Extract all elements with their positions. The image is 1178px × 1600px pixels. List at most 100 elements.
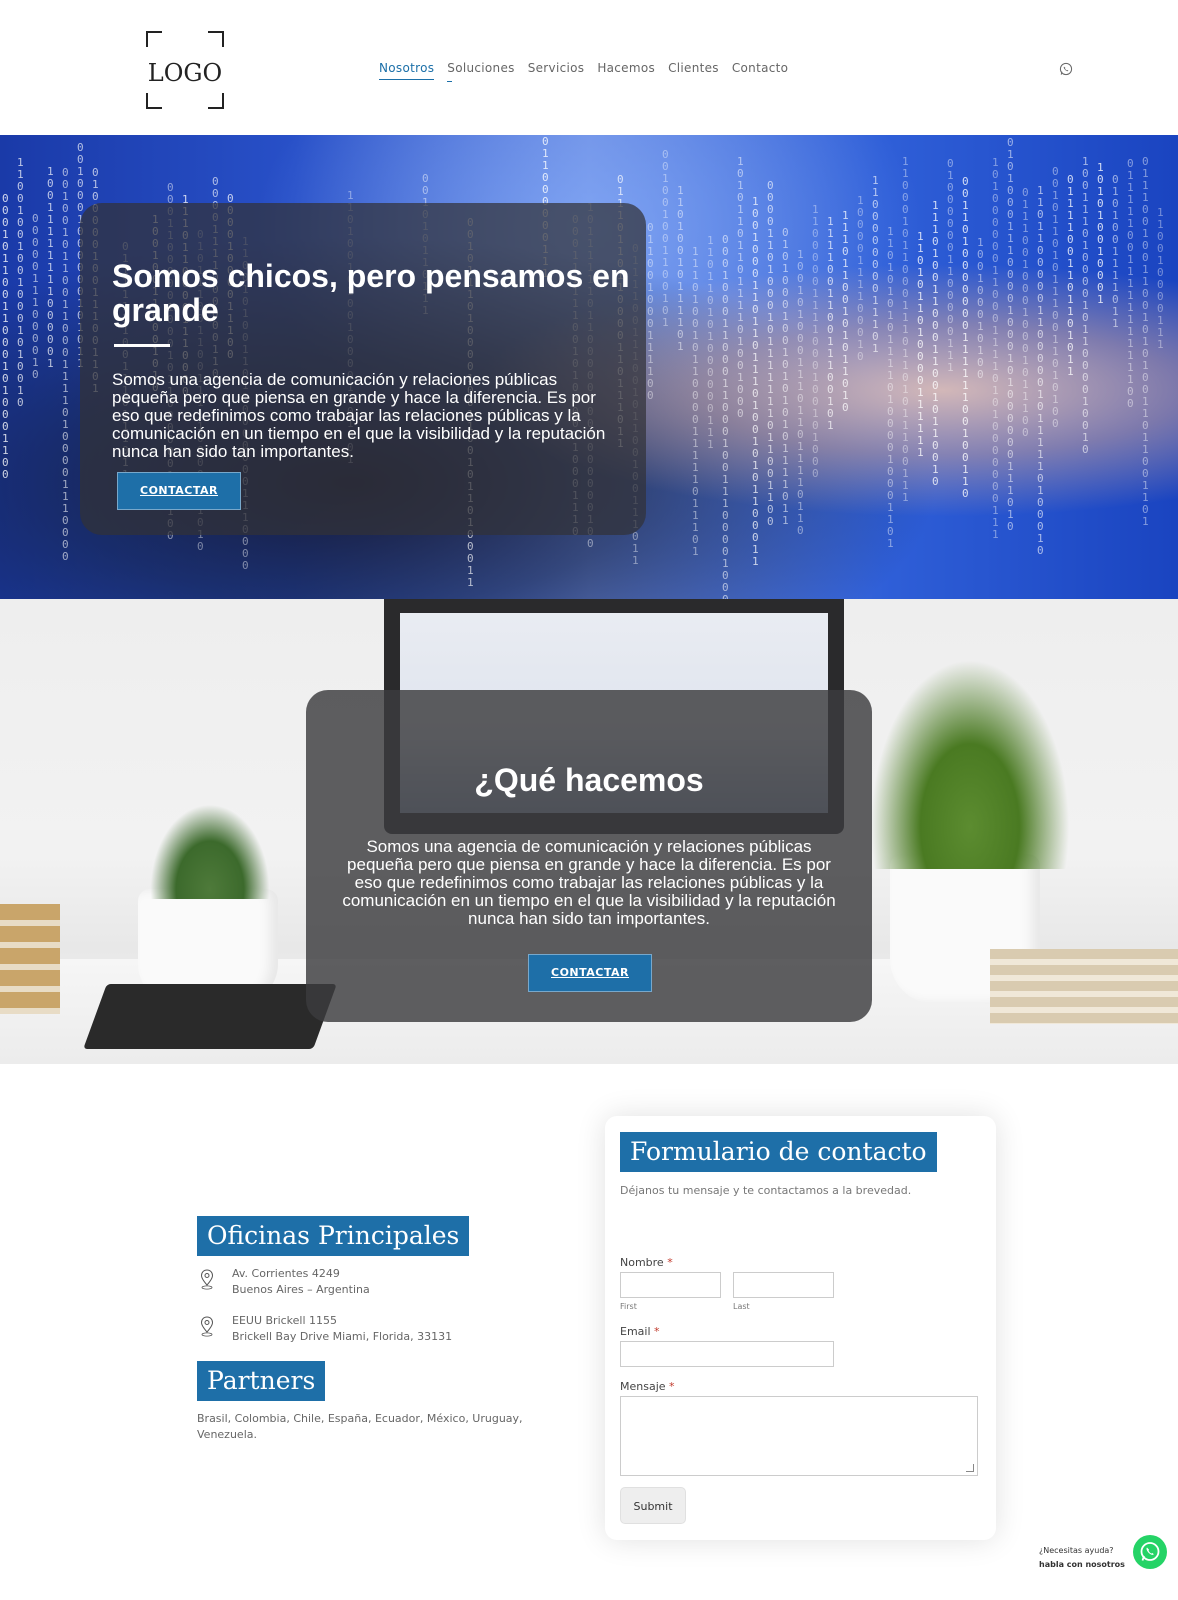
contact-button[interactable]: CONTACTAR [528, 954, 652, 992]
binary-column: 0 1 0 1 0 0 1 1 1 1 0 1 1 [1112, 173, 1119, 330]
plant-leaves-left [150, 804, 270, 899]
logo-corner [146, 31, 162, 47]
logo-corner [146, 93, 162, 109]
binary-column: 1 0 1 0 1 0 0 1 0 0 0 1 [1097, 161, 1104, 306]
binary-column: 1 1 0 1 0 1 0 1 0 1 1 1 1 0 1 0 0 0 0 1 … [887, 225, 894, 550]
what-we-do-panel: ¿Qué hacemos Somos una agencia de comuni… [306, 690, 872, 1022]
binary-column: 1 1 1 0 1 0 0 1 1 0 0 0 1 1 0 0 1 0 1 1 … [932, 199, 939, 488]
binary-column: 1 1 0 1 1 0 1 0 1 0 0 0 0 0 0 1 1 1 [707, 234, 714, 451]
binary-column: 0 0 1 0 0 1 0 0 1 1 0 0 1 0 1 [662, 148, 669, 329]
binary-column: 1 1 0 0 1 0 0 1 0 0 1 0 0 0 1 0 1 0 0 1 … [17, 156, 24, 409]
submit-button[interactable]: Submit [620, 1487, 686, 1524]
nav-item-soluciones[interactable]: Soluciones [447, 61, 514, 82]
binary-column: 1 1 1 1 0 0 1 1 0 0 1 1 1 0 0 1 0 1 [827, 215, 834, 432]
binary-column: 0 0 1 0 0 1 0 1 1 0 0 1 1 0 0 0 1 1 1 1 … [62, 166, 69, 563]
whatsapp-chat-button[interactable] [1133, 1535, 1167, 1569]
hero-text: Somos una agencia de comunicación y rela… [112, 370, 606, 461]
partners-title: Partners [197, 1361, 326, 1401]
binary-column: 0 0 1 1 0 1 0 0 0 0 0 0 0 1 1 1 1 1 1 0 … [962, 175, 969, 500]
nav-item-contacto[interactable]: Contacto [732, 61, 788, 80]
contact-form: Formulario de contacto Déjanos tu mensaj… [605, 1116, 996, 1540]
offices-title: Oficinas Principales [197, 1216, 470, 1256]
binary-column: 0 1 1 1 1 1 0 0 1 1 1 1 1 1 1 1 1 1 1 0 … [1127, 157, 1134, 410]
email-label: Email * [620, 1325, 660, 1338]
contact-section: Oficinas Principales Av. Corrientes 4249… [0, 1064, 1178, 1600]
binary-column: 0 0 0 1 0 1 1 0 0 1 1 0 0 0 1 0 1 0 0 0 … [2, 192, 9, 481]
nav-item-servicios[interactable]: Servicios [528, 61, 585, 80]
name-label-text: Nombre [620, 1256, 664, 1269]
address-line: Av. Corrientes 4249 [232, 1267, 340, 1280]
contact-button[interactable]: CONTACTAR [117, 472, 241, 510]
resize-handle[interactable] [966, 1464, 974, 1472]
site-header: LOGO Nosotros Soluciones Servicios Hacem… [0, 0, 1178, 135]
location-pin-icon [200, 1316, 214, 1337]
required-mark: * [669, 1380, 675, 1393]
binary-column: 0 1 1 1 0 0 1 0 0 0 1 0 0 0 1 0 1 1 1 0 … [1022, 186, 1029, 439]
form-title: Formulario de contacto [620, 1132, 937, 1172]
message-label: Mensaje * [620, 1380, 675, 1393]
message-textarea[interactable] [620, 1396, 978, 1476]
binary-column: 1 1 0 0 1 0 0 0 0 1 1 1 [1157, 206, 1164, 351]
binary-column: 1 0 0 0 0 1 1 1 1 0 0 0 1 0 [857, 194, 864, 363]
binary-column: 0 1 0 1 0 0 0 1 1 1 0 0 0 0 1 0 0 0 1 0 … [1007, 136, 1014, 533]
form-subtitle: Déjanos tu mensaje y te contactamos a la… [620, 1184, 912, 1197]
first-name-input[interactable] [620, 1272, 721, 1298]
section-title: ¿Qué hacemos [474, 762, 704, 798]
nav-item-clientes[interactable]: Clientes [668, 61, 719, 80]
address-line: Buenos Aires – Argentina [232, 1283, 370, 1296]
binary-column: 1 0 0 1 1 1 1 1 1 1 1 0 0 0 0 0 1 [47, 165, 54, 370]
binary-column: 0 1 1 1 0 0 1 0 0 1 1 0 0 1 0 1 0 1 0 0 … [1142, 155, 1149, 528]
binary-column: 1 1 0 0 0 1 0 1 1 0 0 0 1 1 1 0 1 1 0 1 … [902, 155, 909, 504]
logo[interactable]: LOGO [146, 31, 224, 109]
binary-column: 1 1 0 0 0 0 0 1 1 1 1 0 0 0 1 0 0 1 0 1 … [812, 203, 819, 480]
plant-leaves-right [870, 659, 1070, 869]
title-underline [114, 344, 170, 347]
first-hint: First [620, 1302, 637, 1311]
what-we-do-section: ¿Qué hacemos Somos una agencia de comuni… [0, 599, 1178, 1064]
nav-item-hacemos[interactable]: Hacemos [597, 61, 655, 80]
binary-column: 1 0 1 0 0 0 0 0 0 1 1 0 0 0 1 1 1 1 0 1 … [992, 156, 999, 541]
email-field[interactable] [620, 1341, 834, 1367]
nav-item-nosotros[interactable]: Nosotros [379, 61, 435, 80]
logo-corner [208, 31, 224, 47]
main-nav: Nosotros Soluciones Servicios Hacemos Cl… [379, 61, 788, 82]
whatsapp-help-bold: habla con nosotros [1039, 1560, 1125, 1569]
name-label: Nombre * [620, 1256, 673, 1269]
binary-column: 0 1 0 0 0 0 0 0 1 1 0 0 0 0 0 1 1 1 [947, 157, 954, 374]
email-label-text: Email [620, 1325, 651, 1338]
logo-corner [208, 93, 224, 109]
books-left [0, 904, 60, 1014]
binary-column: 0 0 0 1 0 0 0 1 1 0 0 0 1 1 0 0 0 1 0 0 … [722, 233, 729, 600]
binary-column: 1 0 0 1 0 1 0 0 0 1 1 1 0 1 1 0 1 1 1 1 … [797, 248, 804, 537]
address-line: EEUU Brickell 1155 [232, 1314, 338, 1327]
notebook [83, 984, 337, 1049]
required-mark: * [667, 1256, 673, 1269]
binary-column: 0 0 0 0 1 1 0 1 0 0 0 1 0 1 1 1 1 1 1 1 … [767, 179, 774, 528]
binary-column: 0 1 0 1 0 0 0 1 0 0 1 0 1 0 1 0 1 0 1 1 … [782, 226, 789, 527]
binary-column: 1 0 0 1 1 1 0 1 0 0 0 0 1 0 1 1 0 0 0 0 … [1082, 155, 1089, 456]
last-name-input[interactable] [733, 1272, 834, 1298]
hero-title: Somos chicos, pero pensamos en grande [112, 258, 630, 328]
whatsapp-icon [1140, 1542, 1160, 1561]
binary-column: 1 1 1 0 1 0 0 1 0 1 1 0 0 0 0 1 1 1 1 1 … [692, 245, 699, 558]
binary-column: 1 1 0 1 0 1 1 0 1 0 0 0 0 1 1 1 1 1 1 [917, 230, 924, 459]
binary-column: 1 0 1 0 1 1 0 1 1 0 1 1 1 1 0 1 0 0 1 0 … [737, 155, 744, 420]
binary-column: 1 1 1 0 1 1 0 0 1 0 1 0 1 1 0 1 0 [842, 209, 849, 414]
hero-panel: Somos chicos, pero pensamos en grande So… [80, 203, 646, 535]
binary-column: 0 0 1 0 1 1 0 1 0 1 1 1 0 0 1 1 0 1 0 1 … [1052, 165, 1059, 430]
section-text: Somos una agencia de comunicación y rela… [342, 837, 836, 928]
hero-banner: 0 0 0 1 0 1 1 0 0 1 1 0 0 0 1 0 1 0 0 0 … [0, 135, 1178, 599]
partners-list: Brasil, Colombia, Chile, España, Ecuador… [197, 1412, 523, 1441]
logo-text: LOGO [147, 59, 223, 87]
binary-column: 0 1 1 1 1 0 0 1 1 0 1 1 0 1 0 1 1 [1067, 173, 1074, 378]
message-label-text: Mensaje [620, 1380, 666, 1393]
location-pin-icon [200, 1269, 214, 1290]
whatsapp-icon[interactable] [1059, 62, 1073, 76]
binary-column: 1 0 0 1 0 0 0 1 0 1 0 0 [977, 236, 984, 381]
whatsapp-help-text[interactable]: ¿Necesitas ayuda? habla con nosotros [1039, 1544, 1129, 1572]
binary-column: 0 0 0 0 0 1 1 1 0 0 0 0 1 0 [32, 212, 39, 381]
whatsapp-help-normal: ¿Necesitas ayuda? [1039, 1546, 1114, 1555]
binary-column: 0 1 1 0 0 1 0 0 0 1 1 1 1 0 0 [647, 221, 654, 402]
address-line: Brickell Bay Drive Miami, Florida, 33131 [232, 1330, 453, 1343]
required-mark: * [654, 1325, 660, 1338]
